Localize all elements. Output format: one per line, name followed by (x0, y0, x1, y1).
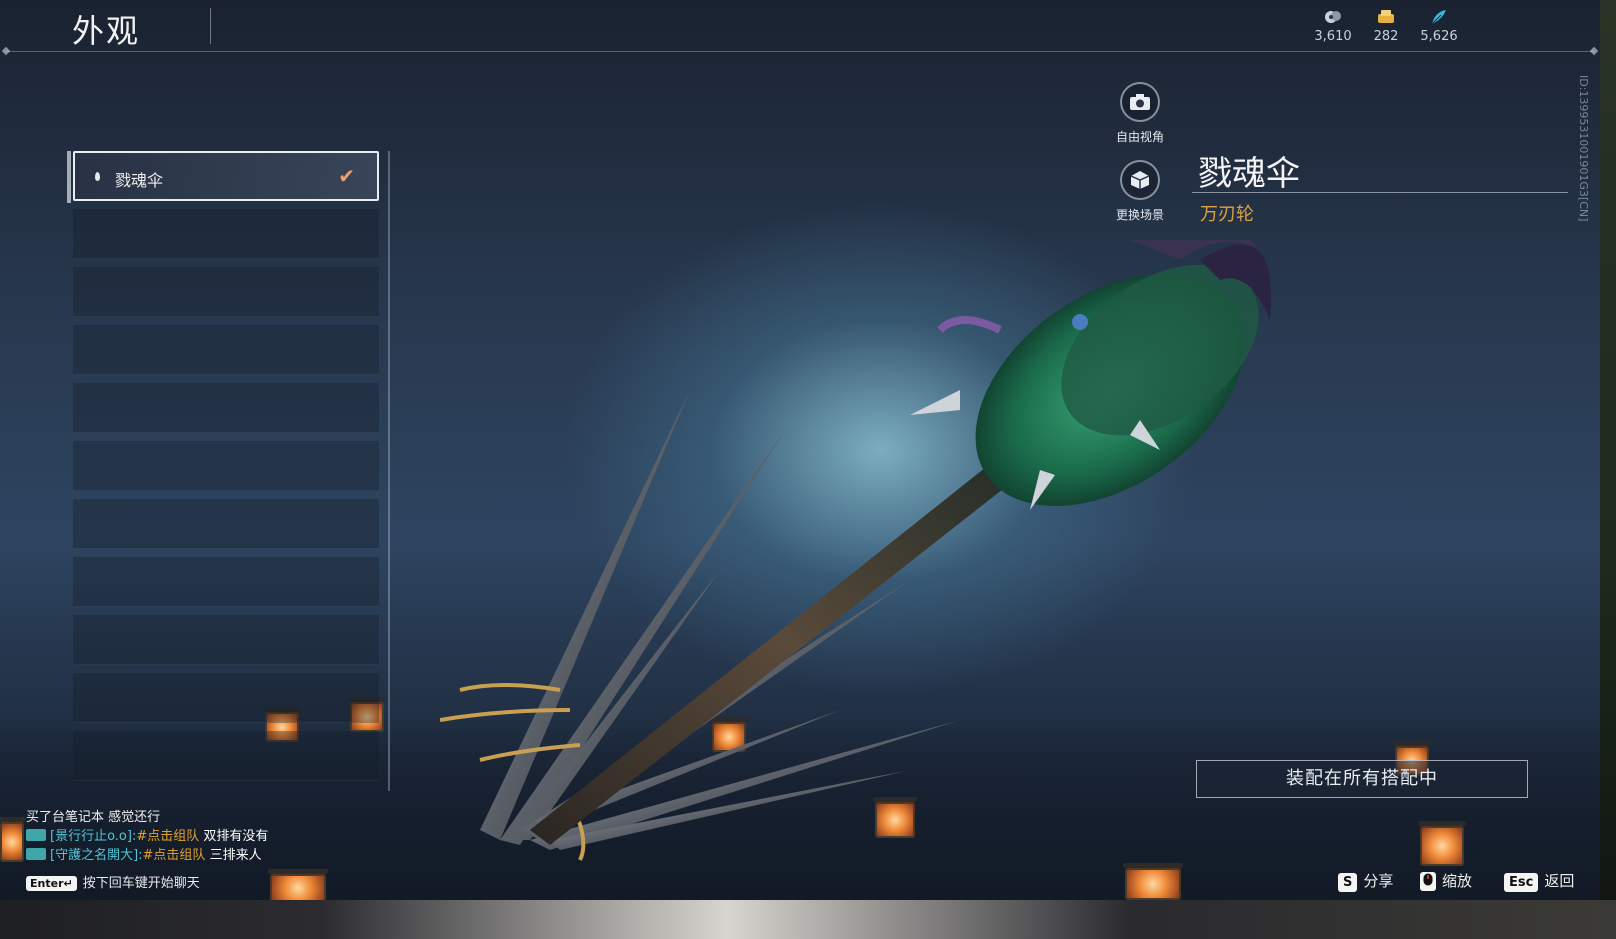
item-name-underline (1192, 192, 1568, 193)
join-team-link[interactable]: #点击组队 (136, 829, 199, 844)
skin-list-slot[interactable] (73, 615, 379, 665)
skin-list-slot[interactable] (73, 209, 379, 259)
lantern-decoration (268, 869, 328, 900)
gold-ticket-icon (1378, 10, 1394, 23)
top-bar-divider (6, 51, 1594, 52)
share-hint[interactable]: S 分享 (1338, 870, 1393, 892)
check-icon: ✔ (338, 164, 355, 188)
camera-icon (1120, 82, 1160, 122)
page-title: 外观 (72, 12, 141, 50)
free-view-button[interactable]: 自由视角 (1097, 82, 1183, 145)
skin-list[interactable]: 戮魂伞 ✔ (67, 151, 389, 791)
currency-gold[interactable]: 282 (1361, 8, 1411, 44)
skin-list-slot[interactable] (73, 267, 379, 317)
free-view-label: 自由视角 (1115, 130, 1164, 144)
chat-message: [景行行止o.o]:#点击组队 双排有没有 (26, 825, 466, 844)
zoom-label: 缩放 (1442, 872, 1473, 890)
currency-feather[interactable]: 5,626 (1414, 8, 1464, 44)
spirit-coin-icon (1325, 11, 1341, 23)
currency-value: 5,626 (1420, 29, 1458, 44)
item-subtitle: 万刃轮 (1200, 204, 1254, 225)
chat-message: 买了台笔记本 感觉还行 (26, 806, 466, 825)
chat-sender[interactable]: [守護之名開大]: (50, 848, 143, 863)
skin-list-slot[interactable] (73, 383, 379, 433)
team-channel-icon (26, 829, 46, 841)
join-team-link[interactable]: #点击组队 (143, 848, 206, 863)
chat-text: 双排有没有 (199, 829, 269, 844)
skin-list-slot[interactable] (73, 673, 379, 723)
external-window-edge (1600, 0, 1616, 939)
skin-list-slot[interactable] (73, 325, 379, 375)
skin-name: 戮魂伞 (115, 171, 164, 190)
chat-text: 三排来人 (205, 848, 262, 863)
title-divider (210, 8, 211, 44)
currency-value: 3,610 (1314, 29, 1352, 44)
back-label: 返回 (1544, 872, 1575, 890)
feather-icon (1431, 10, 1446, 25)
currency-spirit[interactable]: 3,610 (1308, 8, 1358, 44)
chat-hint-text: 按下回车键开始聊天 (82, 876, 200, 891)
chat-sender[interactable]: [景行行止o.o]: (50, 829, 136, 844)
change-scene-label: 更换场景 (1115, 208, 1164, 222)
esc-key: Esc (1504, 873, 1539, 892)
s-key: S (1338, 873, 1358, 892)
skin-list-slot[interactable] (73, 499, 379, 549)
skin-drop-icon (95, 172, 100, 181)
item-name: 戮魂伞 (1198, 154, 1300, 194)
back-hint[interactable]: Esc 返回 (1504, 870, 1574, 892)
skin-list-slot[interactable] (73, 731, 379, 781)
enter-key: Enter↵ (26, 876, 77, 891)
list-scrollbar[interactable] (388, 151, 390, 791)
change-scene-button[interactable]: 更换场景 (1097, 160, 1183, 223)
chat-input-hint[interactable]: Enter↵ 按下回车键开始聊天 (26, 872, 200, 891)
chat-message: [守護之名開大]:#点击组队 三排来人 (26, 844, 466, 863)
skin-list-item-selected[interactable]: 戮魂伞 ✔ (73, 151, 379, 201)
lantern-decoration (0, 817, 26, 862)
zoom-hint[interactable]: 缩放 (1420, 870, 1472, 891)
top-bar: 外观 3,610 282 5,626 (0, 0, 1600, 52)
team-channel-icon (26, 848, 46, 860)
player-id-watermark: ID:1399531001901G3[CN] (1577, 75, 1590, 222)
share-label: 分享 (1363, 872, 1394, 890)
mouse-icon (1420, 872, 1436, 891)
skin-list-slot[interactable] (73, 557, 379, 607)
currency-value: 282 (1373, 29, 1399, 44)
external-webcam-strip (0, 900, 1616, 939)
scene-box-icon (1120, 160, 1160, 200)
equip-all-outfits-button[interactable]: 装配在所有搭配中 (1196, 760, 1528, 798)
chat-text: 买了台笔记本 感觉还行 (26, 810, 161, 825)
lantern-decoration (1418, 821, 1466, 866)
chat-box[interactable]: 买了台笔记本 感觉还行 [景行行止o.o]:#点击组队 双排有没有 [守護之名開… (26, 806, 466, 863)
skin-list-slot[interactable] (73, 441, 379, 491)
